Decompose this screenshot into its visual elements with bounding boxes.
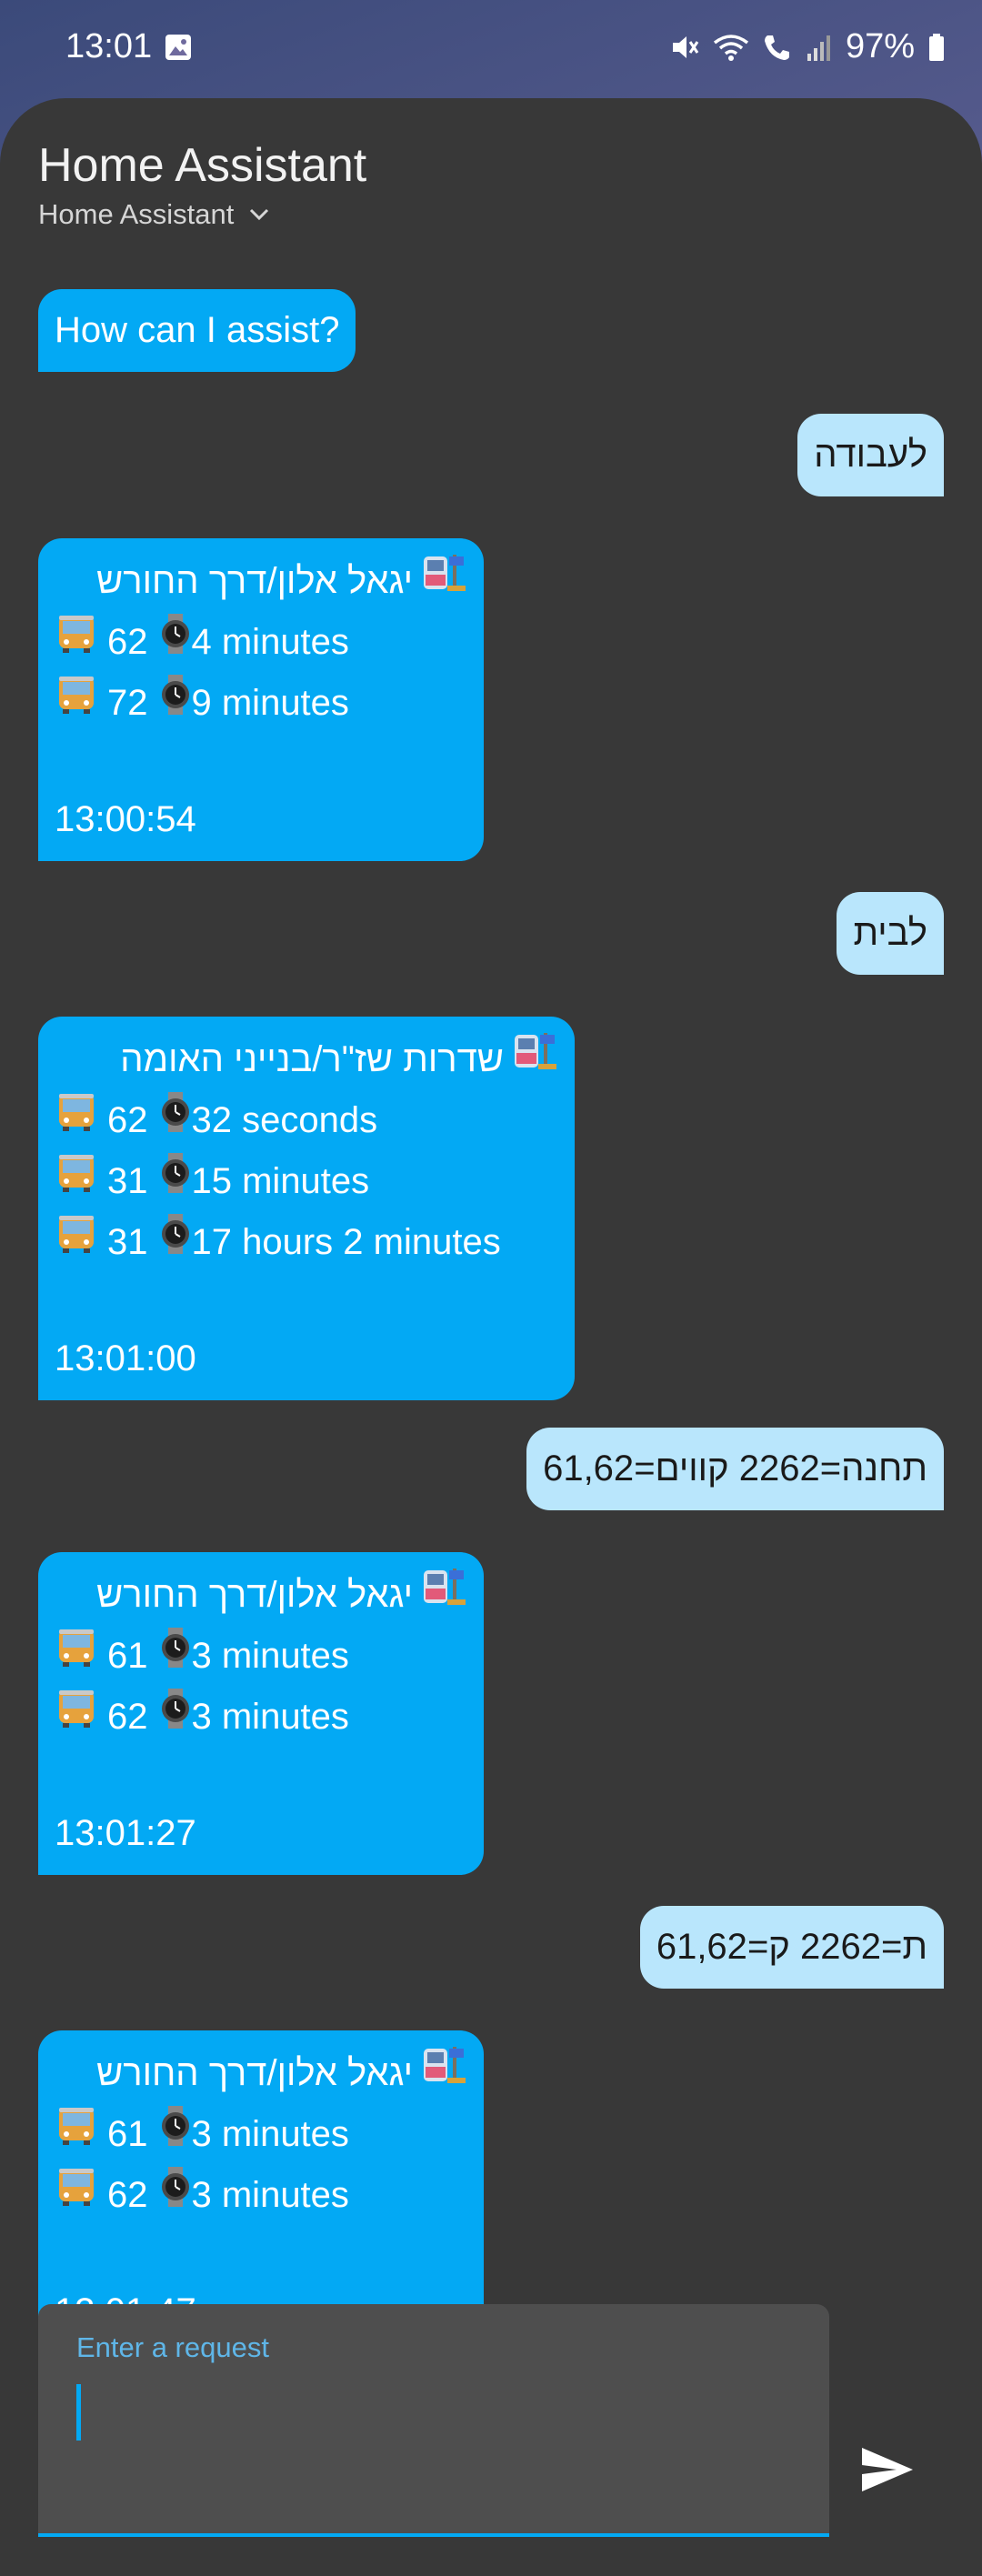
station-name: יגאל אלון/דרך החורש: [96, 1575, 413, 1615]
bus-icon: [55, 1687, 98, 1748]
send-icon: [862, 2448, 913, 2491]
watch-icon: [159, 1687, 192, 1748]
message-timestamp: 13:00:54: [55, 799, 196, 839]
watch-icon: [159, 1090, 192, 1151]
arrival-eta: 3 minutes: [191, 1636, 349, 1676]
assistant-message: How can I assist?: [38, 289, 356, 372]
arrival-row: 61 3 minutes: [55, 1626, 467, 1687]
wifi-calling-icon: [764, 35, 789, 60]
station-name: שדרות שז"ר/בנייני האומה: [120, 1039, 504, 1079]
bus-line-number: 62: [107, 1697, 148, 1737]
user-message: לבית: [837, 892, 944, 975]
bus-icon: [55, 1151, 98, 1212]
watch-icon: [159, 1212, 192, 1273]
watch-icon: [159, 612, 192, 673]
bus-stop-icon: [420, 551, 467, 612]
station-name: יגאל אלון/דרך החורש: [96, 561, 413, 601]
bus-icon: [55, 673, 98, 734]
battery-percentage: 97%: [845, 27, 915, 65]
arrival-eta: 3 minutes: [191, 2114, 349, 2154]
bus-line-number: 31: [107, 1222, 148, 1262]
watch-icon: [159, 673, 192, 734]
dialog-title: Home Assistant: [38, 139, 367, 192]
pipeline-label: Home Assistant: [38, 198, 235, 230]
arrival-row: 62 4 minutes: [55, 612, 467, 673]
user-message: תחנה=2262 קווים=61,62: [526, 1428, 944, 1510]
bus-icon: [55, 2165, 98, 2226]
arrival-eta: 15 minutes: [191, 1161, 370, 1201]
message-text: לבית: [853, 913, 927, 953]
request-input-placeholder: Enter a request: [76, 2331, 269, 2363]
bus-icon: [55, 2104, 98, 2165]
chevron-down-icon: [250, 208, 269, 221]
arrival-eta: 4 minutes: [191, 622, 349, 662]
bus-stop-icon: [420, 1565, 467, 1626]
bus-stop-icon: [420, 2043, 467, 2104]
bus-line-number: 61: [107, 1636, 148, 1676]
station-line: שדרות שז"ר/בנייני האומה: [55, 1029, 558, 1090]
bus-icon: [55, 1090, 98, 1151]
station-line: יגאל אלון/דרך החורש: [55, 1565, 467, 1626]
pipeline-selector[interactable]: Home Assistant: [38, 198, 270, 231]
user-message: ת=2262 ק=61,62: [639, 1906, 944, 1989]
arrival-eta: 9 minutes: [191, 683, 349, 723]
message-text: How can I assist?: [55, 310, 340, 350]
mute-icon: [672, 35, 699, 58]
bus-icon: [55, 612, 98, 673]
message-text: לעבודה: [814, 435, 927, 475]
arrival-row: 62 3 minutes: [55, 2165, 467, 2226]
assistant-message: שדרות שז"ר/בנייני האומה 62 32 seconds 31…: [38, 1017, 575, 1400]
arrival-row: 31 17 hours 2 minutes: [55, 1212, 558, 1273]
watch-icon: [159, 1626, 192, 1687]
station-line: יגאל אלון/דרך החורש: [55, 551, 467, 612]
bus-line-number: 61: [107, 2114, 148, 2154]
text-caret: [76, 2384, 81, 2441]
battery-icon: [929, 33, 944, 61]
message-text: ת=2262 ק=61,62: [656, 1927, 927, 1967]
message-text: תחנה=2262 קווים=61,62: [543, 1448, 927, 1488]
watch-icon: [159, 1151, 192, 1212]
bus-icon: [55, 1626, 98, 1687]
station-name: יגאל אלון/דרך החורש: [96, 2053, 413, 2093]
arrival-row: 31 15 minutes: [55, 1151, 558, 1212]
message-timestamp: 13:01:00: [55, 1338, 196, 1378]
watch-icon: [159, 2104, 192, 2165]
status-icons: 97%: [669, 27, 946, 66]
watch-icon: [159, 2165, 192, 2226]
arrival-row: 62 3 minutes: [55, 1687, 467, 1748]
bus-line-number: 62: [107, 1100, 148, 1140]
status-time: 13:01: [65, 27, 153, 65]
station-line: יגאל אלון/דרך החורש: [55, 2043, 467, 2104]
bus-line-number: 72: [107, 683, 148, 723]
arrival-row: 72 9 minutes: [55, 673, 467, 734]
arrival-eta: 17 hours 2 minutes: [191, 1222, 501, 1262]
status-bar: 13:01 97%: [0, 0, 982, 98]
user-message: לעבודה: [797, 414, 944, 496]
arrival-eta: 3 minutes: [191, 2175, 349, 2215]
arrival-eta: 32 seconds: [191, 1100, 378, 1140]
bus-line-number: 62: [107, 2175, 148, 2215]
send-button[interactable]: [851, 2433, 924, 2506]
bus-stop-icon: [511, 1029, 558, 1090]
request-input[interactable]: Enter a request: [38, 2304, 829, 2537]
image-notification-icon: [165, 35, 191, 60]
bus-line-number: 31: [107, 1161, 148, 1201]
assistant-message: יגאל אלון/דרך החורש 62 4 minutes 72 9 mi…: [38, 538, 484, 861]
arrival-row: 61 3 minutes: [55, 2104, 467, 2165]
wifi-icon: [713, 34, 749, 61]
assistant-message: יגאל אלון/דרך החורש 61 3 minutes 62 3 mi…: [38, 1552, 484, 1875]
signal-icon: [807, 35, 830, 61]
arrival-eta: 3 minutes: [191, 1697, 349, 1737]
bus-line-number: 62: [107, 622, 148, 662]
message-timestamp: 13:01:27: [55, 1813, 196, 1853]
arrival-row: 62 32 seconds: [55, 1090, 558, 1151]
bus-icon: [55, 1212, 98, 1273]
